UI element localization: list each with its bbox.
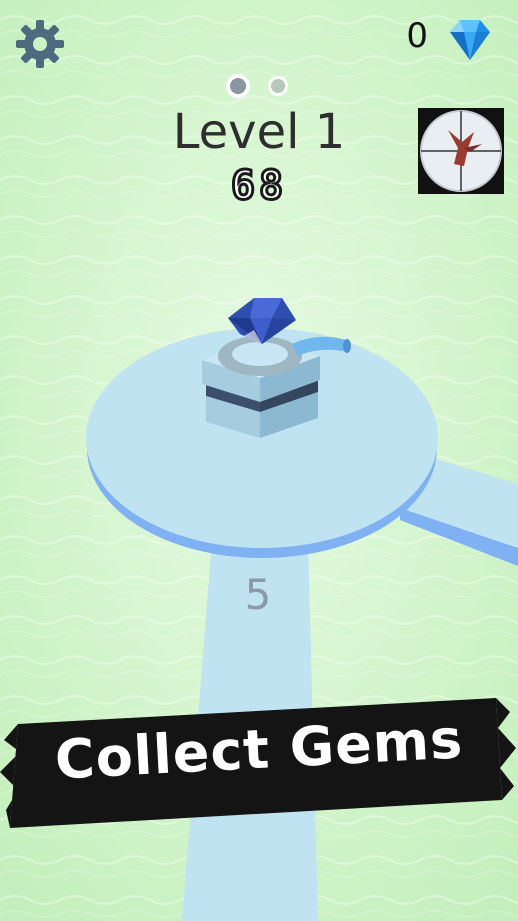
gear-icon[interactable] xyxy=(14,18,66,70)
crosshair-bird-icon[interactable] xyxy=(418,108,504,194)
